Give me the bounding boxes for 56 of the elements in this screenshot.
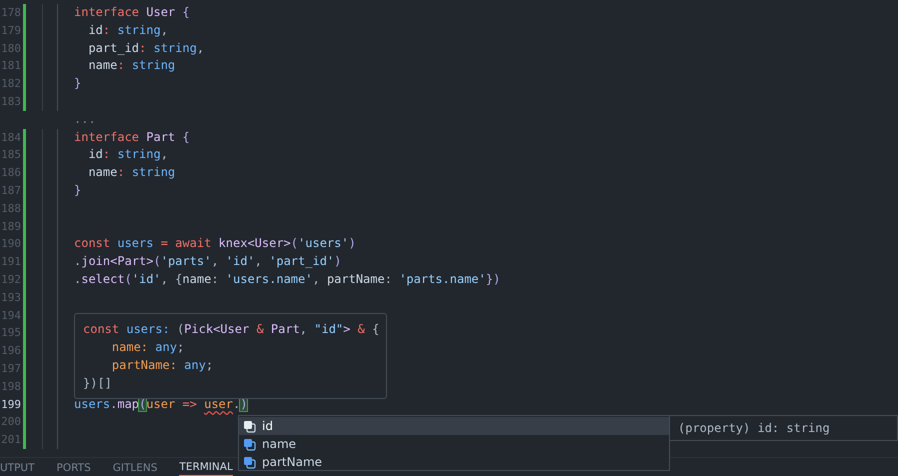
property-icon [243, 420, 256, 432]
property-icon [243, 456, 256, 468]
code-line: id: string, [87, 22, 168, 39]
line-number: 181 [0, 58, 21, 74]
line-number: 186 [0, 165, 21, 182]
line-number: 189 [0, 218, 21, 235]
code-line: name: any; [110, 339, 186, 356]
line-number: 195 [0, 325, 21, 342]
code-line: interface User { [74, 4, 190, 21]
suggestion-label: id [262, 419, 273, 433]
line-number: 194 [0, 308, 21, 324]
line-number: 184 [0, 130, 21, 146]
suggestion-item[interactable]: partName [239, 453, 669, 471]
code-line: const users: (Pick<User & Part, "id"> & { [83, 321, 378, 338]
code-line: name: string [87, 57, 176, 74]
code-line: users.map(user => user.) [74, 396, 248, 413]
panel-tab[interactable]: TERMINAL [179, 461, 233, 476]
line-number: 187 [0, 182, 21, 199]
line-number: 193 [0, 290, 21, 306]
line-number: 182 [0, 76, 21, 92]
code-line: interface Part { [74, 128, 190, 146]
code-line: } [74, 182, 82, 199]
code-line: .join<Part>('parts', 'id', 'part_id') [74, 253, 342, 270]
suggestion-item[interactable]: name [239, 435, 669, 453]
line-number: 183 [0, 94, 21, 110]
code-line: } [74, 75, 82, 92]
code-line: part_id: string, [87, 40, 204, 57]
line-number: 192 [0, 272, 21, 288]
line-number: 178 [0, 5, 21, 21]
panel-tab[interactable]: UTPUT [0, 462, 35, 476]
code-line: id: string, [87, 146, 168, 164]
line-number: 198 [0, 378, 21, 395]
line-number: 185 [0, 147, 21, 164]
line-number: 200 [0, 414, 21, 430]
fold-marker[interactable]: ... [74, 110, 96, 129]
line-number: 188 [0, 200, 21, 217]
suggestion-label: partName [262, 455, 322, 469]
code-line: partName: any; [110, 357, 214, 374]
type-signature: (property) id: string [678, 421, 830, 435]
code-line: .select('id', {name: 'users.name', partName: 'parts.name'}) [74, 270, 500, 288]
line-number: 179 [0, 22, 21, 39]
suggestion-item[interactable]: id [239, 417, 669, 435]
property-icon [243, 438, 256, 450]
line-number: 191 [0, 254, 21, 270]
suggestion-label: name [262, 437, 296, 451]
line-number: 196 [0, 343, 21, 360]
panel-tab[interactable]: GITLENS [112, 462, 158, 476]
code-line: name: string [87, 164, 176, 182]
line-number: 190 [0, 236, 21, 252]
panel-tab[interactable]: PORTS [56, 462, 91, 476]
code-line: const users = await knex<User>('users') [74, 235, 356, 252]
line-number: 199 [0, 396, 21, 413]
line-number: 201 [0, 432, 21, 448]
code-line: })[] [83, 375, 113, 392]
line-number: 180 [0, 40, 21, 57]
line-number: 197 [0, 360, 21, 377]
